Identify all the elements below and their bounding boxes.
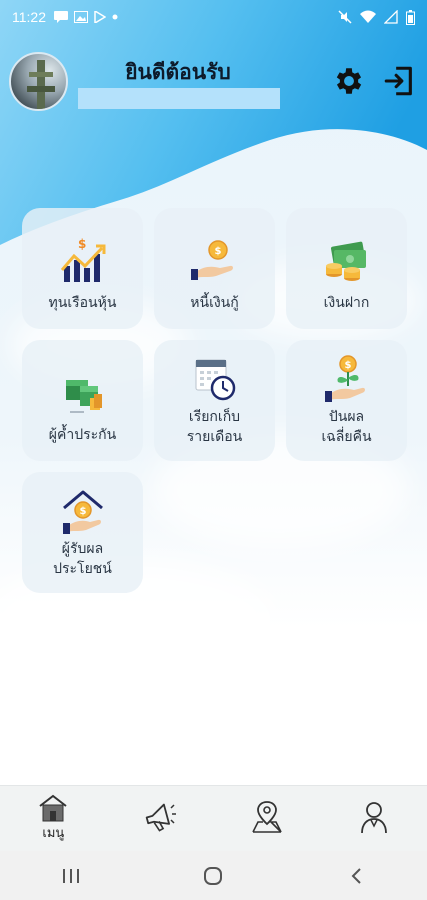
menu-tile-shares[interactable]: $ ทุนเรือนหุ้น bbox=[22, 208, 143, 329]
calendar-clock-icon bbox=[195, 359, 235, 401]
tile-label-line1: ผู้รับผล bbox=[61, 541, 104, 557]
tile-label-line2: ประโยชน์ bbox=[53, 560, 112, 577]
welcome-title: ยินดีต้อนรับ bbox=[125, 60, 231, 84]
stock-chart-icon: $ bbox=[60, 237, 105, 282]
tile-label: เรียกเก็บ รายเดือน bbox=[160, 408, 270, 447]
image-icon bbox=[74, 11, 88, 23]
home-system-button[interactable] bbox=[193, 856, 233, 896]
svg-text:$: $ bbox=[214, 246, 221, 257]
signal-icon bbox=[384, 10, 398, 24]
recent-apps-icon bbox=[63, 868, 80, 883]
message-icon bbox=[54, 11, 68, 23]
settings-button[interactable] bbox=[330, 62, 368, 100]
battery-icon bbox=[406, 9, 415, 25]
bottom-nav: เมนู bbox=[0, 785, 427, 851]
nav-label-menu: เมนู bbox=[42, 826, 65, 841]
logout-button[interactable] bbox=[380, 62, 418, 100]
user-avatar[interactable] bbox=[9, 52, 68, 111]
menu-tile-deposits[interactable]: เงินฝาก bbox=[286, 208, 407, 329]
tile-label-line2: รายเดือน bbox=[186, 428, 243, 445]
tile-label: ผู้รับผล ประโยชน์ bbox=[28, 540, 138, 579]
logout-icon bbox=[384, 66, 412, 96]
tile-label: ปันผล เฉลี่ยคืน bbox=[292, 408, 402, 447]
menu-tile-dividend[interactable]: $ ปันผล เฉลี่ยคืน bbox=[286, 340, 407, 461]
mute-icon bbox=[338, 10, 352, 24]
svg-text:$: $ bbox=[344, 360, 351, 371]
menu-tile-monthly-billing[interactable]: เรียกเก็บ รายเดือน bbox=[154, 340, 275, 461]
house-hand-icon: $ bbox=[62, 490, 103, 534]
user-name-field bbox=[78, 88, 280, 109]
home-circle-icon bbox=[204, 866, 223, 885]
wifi-icon bbox=[360, 10, 376, 23]
status-time: 11:22 bbox=[12, 9, 46, 25]
menu-tile-guarantor[interactable]: ผู้ค้ำประกัน bbox=[22, 340, 143, 461]
recent-apps-button[interactable] bbox=[51, 856, 91, 896]
tile-label: หนี้เงินกู้ bbox=[190, 295, 239, 311]
hand-coin-icon: $ bbox=[190, 240, 233, 280]
nav-item-menu[interactable]: เมนู bbox=[0, 786, 107, 851]
user-icon bbox=[360, 802, 387, 834]
tile-label: ผู้ค้ำประกัน bbox=[48, 427, 117, 443]
plant-coin-icon: $ bbox=[324, 355, 365, 402]
home-icon bbox=[39, 794, 67, 822]
cash-stack-icon bbox=[325, 241, 366, 281]
play-store-icon bbox=[94, 11, 106, 23]
tile-label-line2: เฉลี่ยคืน bbox=[321, 428, 372, 445]
menu-tile-loans[interactable]: $ หนี้เงินกู้ bbox=[154, 208, 275, 329]
back-icon bbox=[351, 867, 361, 884]
menu-tile-beneficiary[interactable]: $ ผู้รับผล ประโยชน์ bbox=[22, 472, 143, 593]
megaphone-icon bbox=[145, 803, 177, 832]
system-nav-bar bbox=[0, 851, 427, 900]
gear-icon bbox=[336, 68, 362, 94]
tile-label: เงินฝาก bbox=[323, 295, 370, 311]
nav-item-location[interactable] bbox=[214, 786, 321, 851]
nav-item-profile[interactable] bbox=[320, 786, 427, 851]
tile-label-line1: ปันผล bbox=[328, 409, 365, 425]
tile-label-line1: เรียกเก็บ bbox=[188, 409, 241, 425]
map-pin-icon bbox=[252, 801, 282, 833]
status-bar: 11:22 bbox=[0, 0, 427, 34]
dot-icon bbox=[112, 14, 118, 20]
nav-item-news[interactable] bbox=[107, 786, 214, 851]
svg-text:$: $ bbox=[78, 237, 86, 251]
money-boxes-icon bbox=[65, 380, 102, 413]
tile-label: ทุนเรือนหุ้น bbox=[48, 295, 117, 311]
back-button[interactable] bbox=[336, 856, 376, 896]
svg-text:$: $ bbox=[79, 506, 86, 517]
